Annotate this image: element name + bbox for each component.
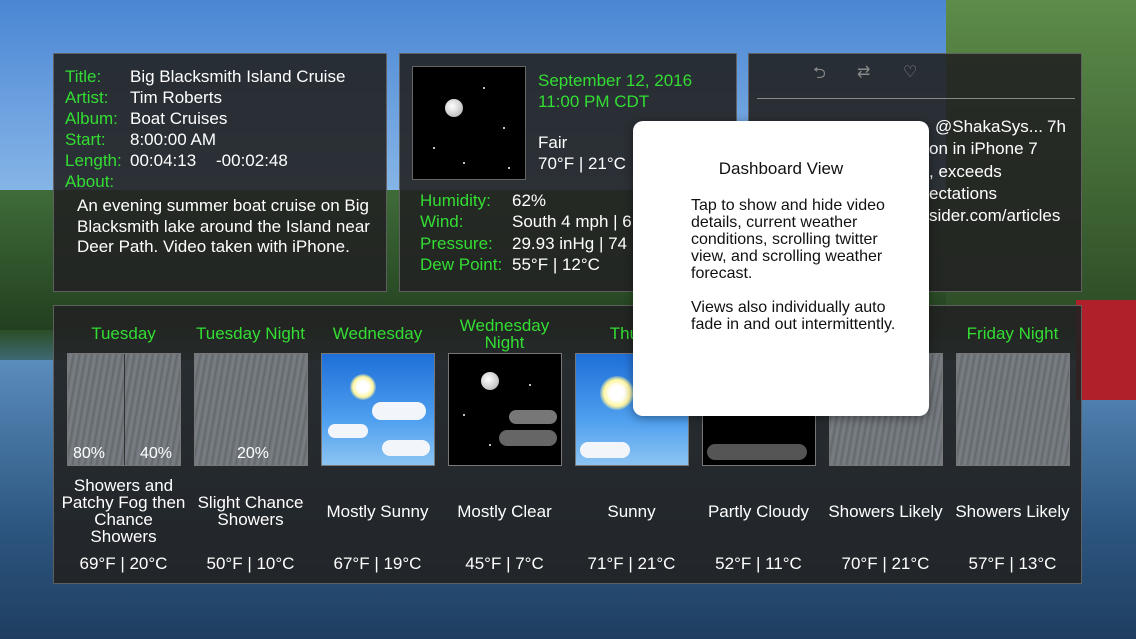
- forecast-temp: 71°F | 21°C: [587, 554, 676, 573]
- cloud-icon: [580, 442, 630, 458]
- remaining-value: -00:02:48: [216, 151, 288, 170]
- dashboard-view-popup[interactable]: Dashboard View Tap to show and hide vide…: [633, 121, 929, 416]
- artist-label: Artist:: [65, 88, 109, 107]
- forecast-temp: 69°F | 20°C: [79, 554, 168, 573]
- sun-icon: [600, 376, 634, 410]
- about-label: About:: [65, 172, 115, 191]
- star: [463, 162, 465, 164]
- forecast-day-label: Tuesday: [91, 324, 156, 343]
- forecast-icon-rain: 20%: [194, 353, 308, 466]
- cloud-icon: [509, 410, 557, 424]
- tweet-line-3: ectations: [929, 184, 998, 203]
- wind-label: Wind:: [420, 212, 464, 231]
- forecast-condition: Partly Cloudy: [707, 501, 810, 521]
- current-temp: 70°F | 21°C: [538, 154, 626, 173]
- wind-value: South 4 mph | 6: [512, 212, 632, 231]
- pressure-value: 29.93 inHg | 74: [512, 234, 627, 253]
- cloud-icon: [499, 430, 557, 446]
- forecast-condition: Slight Chance Showers: [197, 493, 304, 529]
- cloud-icon: [328, 424, 368, 438]
- tweet-handle[interactable]: @ShakaSys...: [935, 116, 1043, 137]
- star: [489, 444, 491, 446]
- forecast-temp: 52°F | 11°C: [715, 554, 802, 573]
- cloud-icon: [372, 402, 426, 420]
- forecast-day-label: Wednesday: [332, 324, 423, 343]
- precip-chance: 20%: [237, 445, 270, 462]
- popup-paragraph-2: Views also individually auto fade in and…: [691, 299, 896, 333]
- forecast-condition: Mostly Clear: [457, 501, 552, 521]
- star: [433, 147, 435, 149]
- forecast-temp: 67°F | 19°C: [333, 554, 422, 573]
- forecast-condition: Sunny: [607, 501, 656, 521]
- title-label: Title:: [65, 67, 102, 86]
- precip-chance: 40%: [140, 445, 173, 462]
- star: [503, 127, 505, 129]
- forecast-condition: Showers Likely: [955, 501, 1070, 521]
- popup-title: Dashboard View: [718, 159, 844, 178]
- start-value: 8:00:00 AM: [130, 130, 217, 149]
- dewpoint-label: Dew Point:: [420, 255, 503, 274]
- popup-paragraph-1: Tap to show and hide video details, curr…: [691, 197, 885, 282]
- current-time: 11:00 PM CDT: [538, 92, 650, 111]
- tweet-age: 7h: [1047, 117, 1066, 136]
- tweet-line-2: , exceeds: [929, 162, 1002, 181]
- forecast-icon-sunny-clouds: [321, 353, 435, 466]
- title-value: Big Blacksmith Island Cruise: [130, 67, 346, 86]
- star: [508, 167, 510, 169]
- pressure-label: Pressure:: [420, 234, 493, 253]
- forecast-day-label: Wednesday Night: [459, 316, 550, 352]
- dewpoint-value: 55°F | 12°C: [512, 255, 600, 274]
- start-label: Start:: [65, 130, 106, 149]
- precip-chance: 80%: [73, 445, 106, 462]
- forecast-condition: Mostly Sunny: [326, 501, 429, 521]
- artist-value: Tim Roberts: [130, 88, 222, 107]
- current-condition: Fair: [538, 133, 568, 152]
- length-value: 00:04:13: [130, 151, 197, 170]
- cloud-icon: [707, 444, 807, 460]
- forecast-condition: Showers and Patchy Fog then Chance Showe…: [61, 476, 186, 546]
- retweet-icon[interactable]: ⇄: [857, 62, 870, 82]
- forecast-icon-rain: [956, 353, 1070, 466]
- forecast-icon-rain: 80% 40%: [67, 353, 181, 466]
- forecast-temp: 45°F | 7°C: [465, 554, 544, 573]
- forecast-condition: Showers Likely: [828, 501, 943, 521]
- reply-icon[interactable]: ⮌: [813, 62, 826, 89]
- star: [529, 384, 531, 386]
- current-date: September 12, 2016: [538, 71, 693, 90]
- tweet-link[interactable]: sider.com/articles: [929, 205, 1060, 226]
- popup-body: Tap to show and hide video details, curr…: [691, 197, 911, 333]
- current-weather-icon: [412, 66, 526, 180]
- length-label: Length:: [65, 151, 122, 170]
- forecast-icon-night-clouds: [448, 353, 562, 466]
- star: [463, 414, 465, 416]
- video-details-panel[interactable]: Title: Big Blacksmith Island Cruise Arti…: [53, 53, 387, 292]
- moon-icon: [481, 372, 499, 390]
- album-label: Album:: [65, 109, 118, 128]
- star: [483, 87, 485, 89]
- forecast-temp: 70°F | 21°C: [841, 554, 930, 573]
- background-dock: [1076, 300, 1136, 400]
- moon-icon: [445, 99, 463, 117]
- tweet-line-1: on in iPhone 7: [929, 139, 1038, 158]
- forecast-temp: 50°F | 10°C: [206, 554, 295, 573]
- forecast-day-label: Tuesday Night: [196, 324, 305, 343]
- humidity-value: 62%: [512, 191, 547, 210]
- cloud-icon: [382, 440, 430, 456]
- heart-icon[interactable]: ♡: [903, 62, 917, 82]
- forecast-temp: 57°F | 13°C: [968, 554, 1057, 573]
- about-text: An evening summer boat cruise on Big Bla…: [77, 196, 370, 256]
- forecast-day-label: Friday Night: [966, 324, 1059, 343]
- twitter-divider: [757, 98, 1075, 99]
- humidity-label: Humidity:: [420, 191, 491, 210]
- sun-icon: [350, 374, 376, 400]
- album-value: Boat Cruises: [130, 109, 228, 128]
